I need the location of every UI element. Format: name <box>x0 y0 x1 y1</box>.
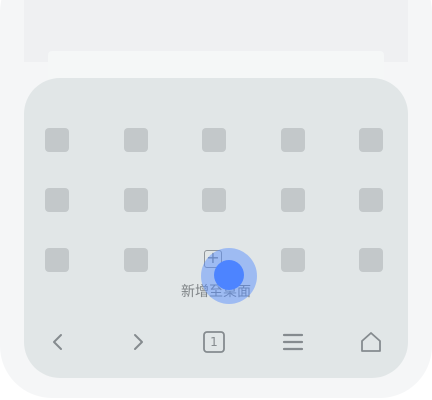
menu-tile[interactable] <box>359 128 383 152</box>
menu-icon <box>282 333 304 351</box>
menu-tile[interactable] <box>124 248 148 272</box>
menu-tile[interactable] <box>45 248 69 272</box>
menu-tile[interactable] <box>45 128 69 152</box>
menu-tile[interactable] <box>202 128 226 152</box>
menu-tile[interactable] <box>281 188 305 212</box>
menu-tile[interactable] <box>359 248 383 272</box>
home-icon <box>361 332 381 352</box>
chevron-left-icon <box>53 334 62 350</box>
forward-button[interactable] <box>122 326 154 358</box>
menu-tile[interactable] <box>45 188 69 212</box>
menu-tile[interactable] <box>124 188 148 212</box>
menu-tile[interactable] <box>359 188 383 212</box>
menu-tile[interactable] <box>281 248 305 272</box>
home-button[interactable] <box>355 326 387 358</box>
back-button[interactable] <box>42 326 74 358</box>
tab-count: 1 <box>210 335 218 349</box>
screen: + 新增至桌面 1 <box>0 0 432 400</box>
touch-indicator-dot <box>214 260 244 290</box>
menu-tile[interactable] <box>124 128 148 152</box>
chevron-right-icon <box>134 334 143 350</box>
menu-tile[interactable] <box>281 128 305 152</box>
tabs-button[interactable]: 1 <box>198 326 230 358</box>
menu-tile[interactable] <box>202 188 226 212</box>
menu-button[interactable] <box>277 326 309 358</box>
